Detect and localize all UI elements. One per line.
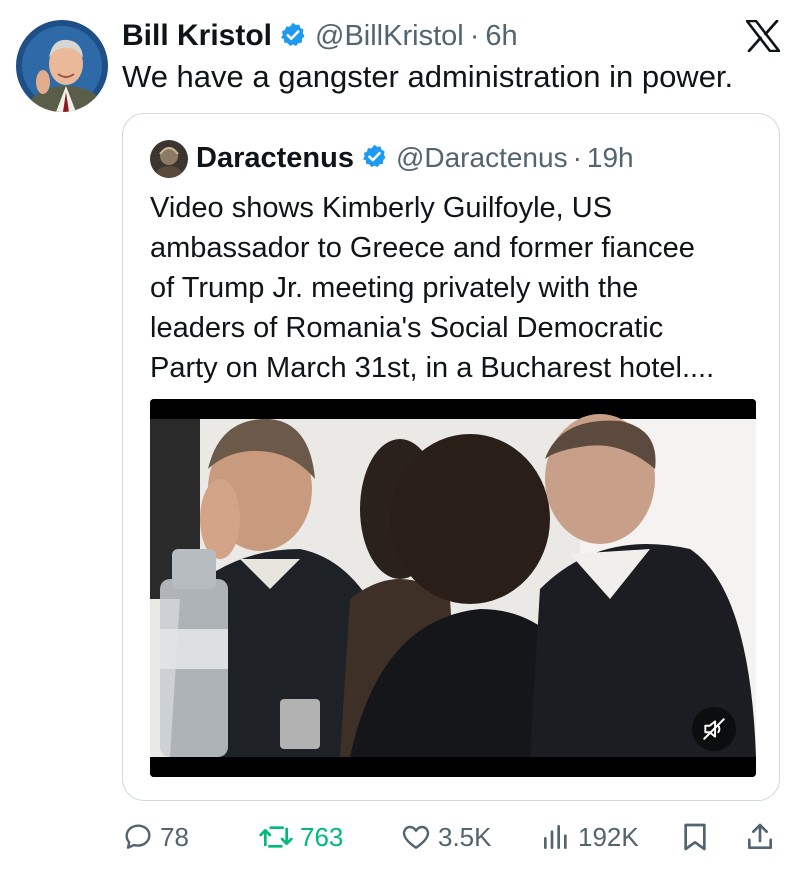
verified-badge-icon <box>279 21 307 54</box>
quoted-author-handle[interactable]: @Daractenus <box>396 142 568 174</box>
quoted-tweet-card[interactable]: Daractenus @Daractenus · 19h Video shows… <box>122 113 780 801</box>
quoted-text-line: leaders of Romania's Social Democratic <box>150 312 664 344</box>
repost-count: 763 <box>300 821 344 852</box>
heart-icon <box>402 825 430 849</box>
quoted-text-line: ambassador to Greece and former fiancee <box>150 232 695 264</box>
separator-dot: · <box>572 142 582 173</box>
quoted-text-line: Party on March 31st, in a Bucharest hote… <box>150 352 715 384</box>
x-logo-icon[interactable] <box>745 19 781 53</box>
author-avatar[interactable] <box>16 20 108 112</box>
tweet-header: Bill Kristol @BillKristol · 6h <box>122 16 518 56</box>
tweet-text: We have a gangster administration in pow… <box>122 59 734 94</box>
separator-dot: · <box>469 19 480 52</box>
like-button[interactable]: 3.5K <box>400 815 492 859</box>
quoted-author-avatar[interactable] <box>150 140 188 178</box>
tweet-time[interactable]: 6h <box>485 20 517 53</box>
quoted-tweet-text: Video shows Kimberly Guilfoyle, US ambas… <box>150 188 770 388</box>
bookmark-button[interactable] <box>680 815 710 859</box>
video-player[interactable] <box>150 399 756 777</box>
views-button[interactable]: 192K <box>540 815 639 859</box>
action-bar: 78 763 3.5K 192K <box>0 815 800 859</box>
repost-icon <box>259 826 293 848</box>
muted-speaker-icon <box>703 718 725 740</box>
reply-button[interactable]: 78 <box>122 815 189 859</box>
like-count: 3.5K <box>438 821 492 852</box>
reply-icon <box>125 824 151 849</box>
share-icon <box>748 823 772 849</box>
quoted-tweet-header: Daractenus @Daractenus · 19h <box>196 138 634 178</box>
quoted-text-line: of Trump Jr. meeting privately with the <box>150 272 639 304</box>
repost-button[interactable]: 763 <box>258 815 343 859</box>
quoted-tweet-time[interactable]: 19h <box>587 142 634 174</box>
reply-count: 78 <box>160 821 189 852</box>
author-handle[interactable]: @BillKristol <box>315 20 464 53</box>
quoted-author-name[interactable]: Daractenus <box>196 142 354 175</box>
video-frame <box>150 399 756 777</box>
view-count: 192K <box>578 821 639 852</box>
views-chart-icon <box>544 825 567 849</box>
quoted-text-line: Video shows Kimberly Guilfoyle, US <box>150 192 613 224</box>
mute-toggle-button[interactable] <box>692 707 736 751</box>
author-name[interactable]: Bill Kristol <box>122 19 272 53</box>
share-button[interactable] <box>744 815 776 859</box>
verified-badge-icon <box>361 143 388 175</box>
bookmark-icon <box>684 823 706 851</box>
